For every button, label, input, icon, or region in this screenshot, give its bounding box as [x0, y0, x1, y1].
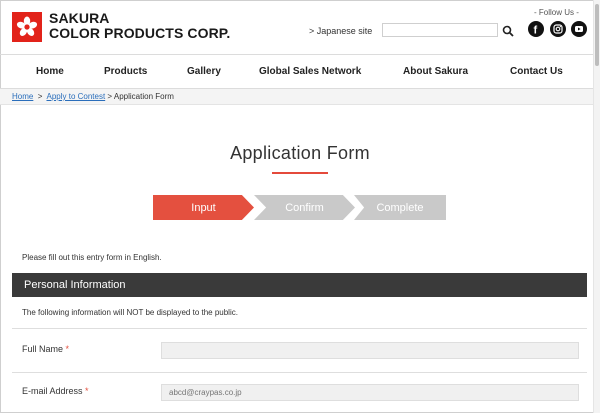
nav-item-global-sales-network[interactable]: Global Sales Network	[259, 66, 361, 77]
title-underline	[272, 172, 328, 174]
section-header-personal-information: Personal Information	[12, 273, 587, 297]
breadcrumb-separator: >	[107, 92, 113, 101]
row-divider	[12, 328, 587, 329]
nav-item-home[interactable]: Home	[36, 66, 64, 77]
breadcrumb-apply-to-contest[interactable]: Apply to Contest	[46, 92, 105, 101]
main-nav: Home Products Gallery Global Sales Netwo…	[0, 54, 593, 89]
breadcrumb-home[interactable]: Home	[12, 92, 33, 101]
logo-line-2: COLOR PRODUCTS CORP.	[49, 25, 231, 41]
page-title: Application Form	[230, 143, 370, 163]
full-name-field[interactable]	[161, 342, 579, 359]
email-label-text: E-mail Address	[22, 386, 83, 396]
step-complete: Complete	[354, 195, 446, 220]
breadcrumb-current: Application Form	[113, 92, 174, 101]
facebook-icon[interactable]: f	[528, 21, 544, 37]
youtube-icon[interactable]	[571, 21, 587, 37]
search-input[interactable]	[382, 23, 498, 37]
nav-item-about-sakura[interactable]: About Sakura	[403, 66, 468, 77]
step-input: Input	[153, 195, 254, 220]
email-label: E-mail Address *	[22, 386, 89, 396]
company-name[interactable]: SAKURA COLOR PRODUCTS CORP.	[49, 11, 230, 41]
instagram-icon[interactable]	[550, 21, 566, 37]
nav-item-products[interactable]: Products	[104, 66, 147, 77]
japanese-site-link[interactable]: > Japanese site	[309, 26, 372, 36]
intro-text: Please fill out this entry form in Engli…	[22, 253, 162, 262]
required-mark: *	[85, 386, 89, 396]
required-mark: *	[65, 344, 70, 354]
email-field[interactable]	[161, 384, 579, 401]
sakura-logo-icon[interactable]	[12, 12, 42, 42]
nav-item-gallery[interactable]: Gallery	[187, 66, 221, 77]
follow-us-label: - Follow Us -	[534, 8, 579, 17]
breadcrumb-separator: >	[37, 92, 43, 101]
vertical-scrollbar[interactable]	[593, 0, 600, 413]
site-header: SAKURA COLOR PRODUCTS CORP. > Japanese s…	[0, 0, 593, 54]
logo-line-1: SAKURA	[49, 10, 110, 26]
section-note: The following information will NOT be di…	[22, 308, 238, 317]
svg-text:f: f	[534, 25, 538, 37]
row-divider	[12, 372, 587, 373]
nav-item-contact-us[interactable]: Contact Us	[510, 66, 563, 77]
search-icon[interactable]	[502, 25, 514, 37]
scrollbar-thumb[interactable]	[595, 4, 599, 66]
breadcrumb: Home > Apply to Contest > Application Fo…	[0, 89, 593, 105]
step-confirm: Confirm	[254, 195, 355, 220]
full-name-label: Full Name *	[22, 344, 69, 354]
full-name-label-text: Full Name	[22, 344, 64, 354]
